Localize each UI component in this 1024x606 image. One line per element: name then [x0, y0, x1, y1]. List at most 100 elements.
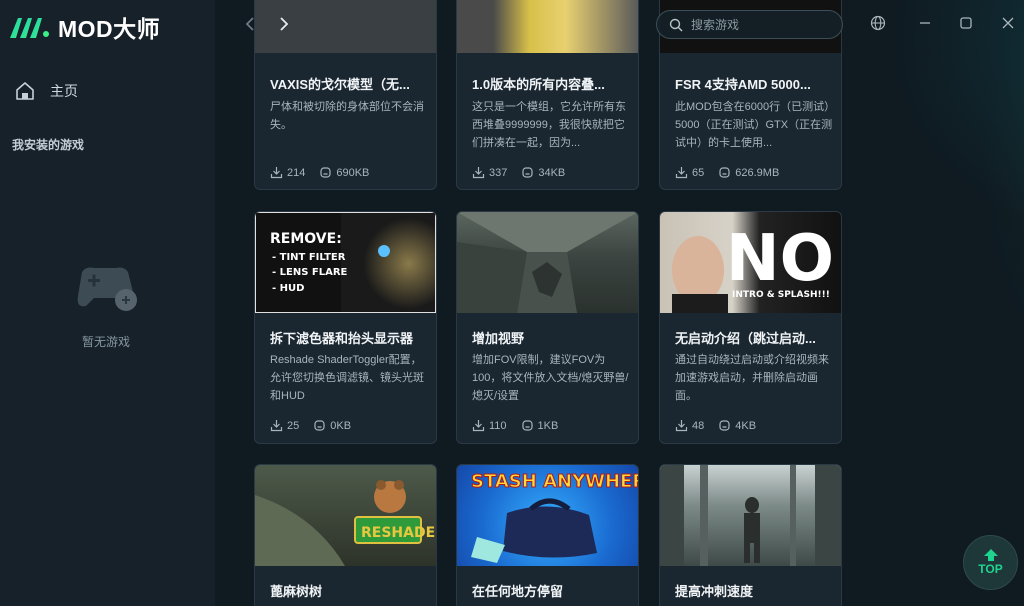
mod-description: 尸体和被切除的身体部位不会消失。	[270, 101, 424, 131]
mod-card[interactable]: NO INTRO & SPLASH!!! 无启动介绍（跳过启动... 通过自动绕…	[659, 211, 842, 444]
empty-games-label: 暂无游戏	[81, 335, 130, 349]
thumbnail-art: RESHADE	[255, 480, 435, 566]
mod-title: VAXIS的戈尔模型（无...	[270, 77, 410, 92]
thumb-text: - TINT FILTER	[272, 252, 346, 263]
language-button[interactable]	[869, 14, 887, 32]
thumbnail-art	[457, 212, 638, 313]
size-icon	[521, 420, 533, 431]
download-count: 48	[675, 419, 704, 432]
mod-stats: 337 34KB	[472, 166, 565, 179]
thumb-text: - HUD	[272, 283, 304, 294]
mod-title: 蓖麻树树	[270, 584, 323, 599]
mod-thumbnail: STASH ANYWHERE	[457, 465, 638, 566]
file-size: 0KB	[313, 419, 351, 432]
close-icon	[1002, 17, 1014, 29]
mod-card[interactable]: 增加视野 增加FOV限制，建议FOV为100，将文件放入文档/熄灭野兽/熄灭/设…	[456, 211, 639, 444]
mod-title: 增加视野	[472, 331, 525, 346]
mod-description: 增加FOV限制，建议FOV为100，将文件放入文档/熄灭野兽/熄灭/设置	[472, 354, 629, 402]
sidebar: MOD大师 主页 我安装的游戏 暂无游戏	[0, 0, 215, 606]
mod-card[interactable]: RESHADE 蓖麻树树	[254, 464, 437, 606]
logo-mark-icon	[10, 18, 49, 38]
thumbnail-art: STASH ANYWHERE	[471, 471, 638, 563]
file-size: 626.9MB	[718, 166, 779, 179]
forward-button[interactable]	[273, 12, 295, 36]
maximize-button[interactable]	[957, 14, 975, 32]
empty-games-placeholder: 暂无游戏	[70, 262, 142, 350]
app-name: MOD大师	[58, 16, 161, 42]
size-icon	[719, 420, 730, 431]
gamepad-icon	[77, 267, 137, 311]
search-icon	[669, 18, 683, 31]
mod-card[interactable]: STASH ANYWHERE 在任何地方停留	[456, 464, 639, 606]
mod-description: Reshade ShaderToggler配置，允许您切换色调滤镜、镜头光斑和H…	[270, 354, 424, 402]
app-logo[interactable]: MOD大师	[8, 10, 160, 44]
download-icon	[472, 420, 485, 432]
mod-thumbnail: RESHADE	[255, 465, 436, 566]
download-icon	[675, 167, 688, 179]
minimize-icon	[920, 22, 930, 24]
mod-card[interactable]: 提高冲刺速度	[659, 464, 842, 606]
mod-thumbnail: NO INTRO & SPLASH!!!	[660, 212, 841, 313]
file-size: 690KB	[319, 166, 369, 179]
file-size: 1KB	[521, 419, 558, 432]
mod-description: 此MOD包含在6000行（已测试）5000（正在测试）GTX（正在测试中）的卡上…	[675, 101, 833, 149]
arrow-up-icon	[983, 549, 998, 561]
mod-description: 这只是一个模组，它允许所有东西堆叠9999999，我很快就把它们拼凑在一起，因为…	[472, 101, 626, 149]
section-title: 我安装的游戏	[12, 138, 85, 152]
sidebar-item-home[interactable]: 主页	[14, 78, 194, 104]
download-count: 65	[675, 166, 704, 179]
download-count: 337	[472, 166, 507, 179]
download-icon	[675, 420, 688, 432]
mod-card[interactable]: REMOVE: - TINT FILTER - LENS FLARE - HUD…	[254, 211, 437, 444]
file-size: 4KB	[718, 419, 756, 432]
search-box[interactable]	[656, 10, 843, 39]
thumb-text: INTRO & SPLASH!!!	[732, 290, 830, 300]
thumb-text: REMOVE:	[270, 231, 342, 247]
maximize-icon	[960, 17, 972, 29]
size-icon	[314, 420, 325, 431]
mod-thumbnail	[660, 465, 841, 566]
download-icon	[472, 167, 485, 179]
mod-stats: 110 1KB	[472, 419, 558, 432]
globe-icon	[870, 15, 886, 31]
file-size: 34KB	[521, 166, 565, 179]
home-icon	[16, 82, 34, 100]
chevron-left-icon	[245, 17, 254, 31]
chevron-right-icon	[280, 17, 289, 31]
download-icon	[270, 167, 283, 179]
size-icon	[320, 167, 331, 178]
download-count: 214	[270, 166, 305, 179]
mod-stats: 25 0KB	[270, 419, 351, 432]
mod-description: 通过自动绕过启动或介绍视频来加速游戏启动，并删除启动画面。	[675, 354, 829, 402]
thumb-text: NO	[726, 222, 834, 296]
close-button[interactable]	[999, 14, 1017, 32]
download-count: 110	[472, 419, 507, 432]
thumbnail-art: NO INTRO & SPLASH!!!	[672, 222, 834, 313]
thumb-text: RESHADE	[361, 525, 435, 541]
download-icon	[270, 420, 283, 432]
thumbnail-art: REMOVE: - TINT FILTER - LENS FLARE - HUD	[256, 213, 435, 312]
back-button[interactable]	[239, 12, 261, 36]
mod-title: 无启动介绍（跳过启动...	[675, 331, 816, 346]
mod-thumbnail: REMOVE: - TINT FILTER - LENS FLARE - HUD	[255, 212, 436, 313]
size-icon	[522, 167, 533, 178]
mod-thumbnail	[457, 212, 638, 313]
back-to-top-label: TOP	[978, 562, 1003, 576]
sidebar-item-label: 主页	[50, 83, 78, 99]
top-bar	[215, 0, 1024, 48]
mod-title: 在任何地方停留	[472, 584, 564, 599]
mod-title: 拆下滤色器和抬头显示器	[270, 331, 414, 346]
mod-title: 1.0版本的所有内容叠...	[472, 77, 605, 92]
thumb-text: - LENS FLARE	[272, 267, 348, 278]
mod-stats: 214 690KB	[270, 166, 369, 179]
search-input[interactable]	[691, 17, 831, 32]
size-icon	[719, 167, 730, 178]
thumb-text: STASH ANYWHERE	[471, 471, 638, 492]
thumbnail-art	[660, 465, 841, 566]
download-count: 25	[270, 419, 299, 432]
mod-stats: 65 626.9MB	[675, 166, 779, 179]
mod-title: FSR 4支持AMD 5000...	[675, 77, 811, 92]
minimize-button[interactable]	[916, 14, 934, 32]
back-to-top-button[interactable]: TOP	[963, 535, 1018, 590]
mod-stats: 48 4KB	[675, 419, 756, 432]
